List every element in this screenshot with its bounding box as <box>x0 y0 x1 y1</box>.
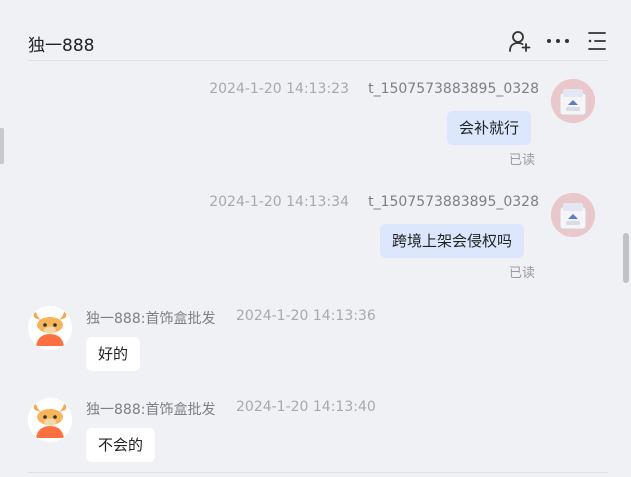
message-sender: 独一888:首饰盒批发 <box>86 311 216 327</box>
avatar[interactable] <box>28 306 72 350</box>
divider <box>28 472 608 473</box>
message-bubble[interactable]: 会补就行 <box>447 111 532 145</box>
message-sender: t_1507573883895_0328 <box>368 194 539 210</box>
message-bubble[interactable]: 好的 <box>86 337 141 371</box>
more-icon[interactable] <box>546 30 570 52</box>
avatar[interactable] <box>28 398 72 442</box>
message-bubble[interactable]: 跨境上架会侵权吗 <box>380 224 525 258</box>
menu-icon[interactable] <box>586 30 610 52</box>
read-status: 已读 <box>509 153 536 168</box>
message-sender: t_1507573883895_0328 <box>368 81 539 97</box>
chat-title: 独一888 <box>28 36 95 56</box>
scrollbar-thumb[interactable] <box>623 233 629 283</box>
avatar[interactable] <box>551 193 595 237</box>
avatar[interactable] <box>551 79 595 123</box>
chat-header: 独一888 <box>28 0 608 61</box>
side-panel-handle[interactable] <box>0 128 4 164</box>
message-sender: 独一888:首饰盒批发 <box>86 402 216 418</box>
message-time: 2024-1-20 14:13:23 <box>209 81 349 97</box>
message-bubble[interactable]: 不会的 <box>86 428 156 462</box>
message-time: 2024-1-20 14:13:34 <box>209 194 349 210</box>
message-time: 2024-1-20 14:13:40 <box>236 399 376 415</box>
user-plus-icon[interactable] <box>508 30 532 52</box>
read-status: 已读 <box>509 266 536 281</box>
message-time: 2024-1-20 14:13:36 <box>236 308 376 324</box>
